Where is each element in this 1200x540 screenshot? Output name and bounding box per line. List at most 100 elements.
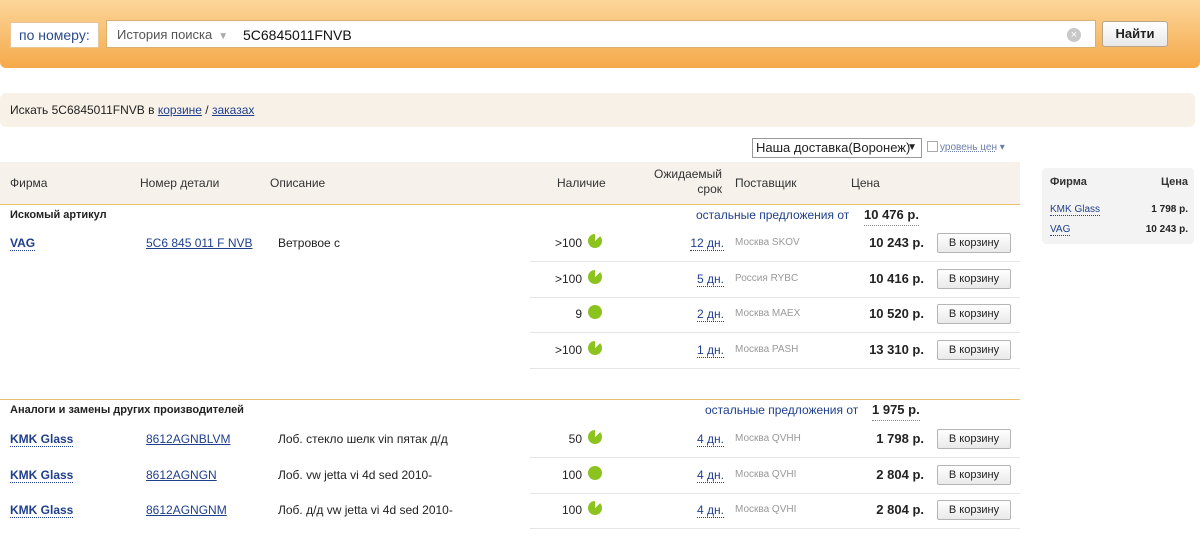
add-to-cart-button[interactable]: В корзину <box>937 304 1011 324</box>
stock-count: >100 <box>554 342 582 357</box>
add-to-cart-button[interactable]: В корзину <box>937 500 1011 520</box>
price-level-checkbox[interactable] <box>927 141 938 152</box>
table-row: KMK Glass 8612AGNBLVM Лоб. стекло шелк vin… <box>0 422 1020 458</box>
clear-icon[interactable]: × <box>1067 28 1081 42</box>
delivery-days[interactable]: 5 дн. <box>640 271 724 287</box>
part-number-link[interactable]: 8612AGNGNM <box>146 503 227 517</box>
price-level-label: уровень цен <box>940 142 997 153</box>
find-button[interactable]: Найти <box>1102 21 1168 47</box>
section-requested-article: Искомый артикул остальные предложения от… <box>0 204 1020 226</box>
table-row: >100 5 дн. Россия RYBC 10 416 р. В корзину <box>0 262 1020 298</box>
delivery-days[interactable]: 4 дн. <box>640 467 724 483</box>
stock-count: 9 <box>575 307 582 321</box>
col-expected[interactable]: Ожидаемый срок <box>650 167 726 197</box>
side-firm-header: Фирма <box>1050 176 1087 188</box>
price: 10 520 р. <box>869 306 924 321</box>
stock-count: >100 <box>554 236 582 250</box>
firm-link[interactable]: KMK Glass <box>10 468 74 483</box>
col-desc[interactable]: Описание <box>270 162 325 204</box>
description: Лоб. д/д vw jetta vi 4d sed 2010- <box>278 503 453 517</box>
supplier: Россия RYBC <box>735 272 799 284</box>
other-offers-link[interactable]: остальные предложения от <box>696 205 849 225</box>
add-to-cart-button[interactable]: В корзину <box>937 429 1011 449</box>
stock-count: 100 <box>561 503 582 517</box>
price: 2 804 р. <box>876 502 924 517</box>
add-to-cart-button[interactable]: В корзину <box>937 464 1011 485</box>
delivery-days[interactable]: 4 дн. <box>640 432 724 447</box>
firm-link[interactable]: KMK Glass <box>10 432 74 447</box>
side-price: 10 243 р. <box>1145 224 1188 235</box>
availability-icon <box>588 269 602 284</box>
col-stock[interactable]: Наличие <box>557 162 606 204</box>
history-label: История поиска <box>117 27 213 42</box>
delivery-days-label: 2 дн. <box>697 307 724 322</box>
delivery-days[interactable]: 2 дн. <box>640 307 724 322</box>
price: 10 416 р. <box>869 270 924 286</box>
col-part[interactable]: Номер детали <box>140 162 219 204</box>
table-row: 9 2 дн. Москва MAEX 10 520 р. В корзину <box>0 297 1020 333</box>
section-analogs: Аналоги и замены других производителей о… <box>0 399 1020 421</box>
other-offers-link[interactable]: остальные предложения от <box>705 400 858 420</box>
delivery-days-label: 4 дн. <box>697 432 724 447</box>
search-mode-selector[interactable]: по номеру: <box>10 22 99 48</box>
delivery-days-label: 5 дн. <box>697 271 724 287</box>
search-input[interactable]: 5C6845011FNVB <box>243 21 352 49</box>
delivery-select[interactable]: Наша доставка(Воронеж) ▼ <box>752 138 922 158</box>
firm-link[interactable]: VAG <box>10 236 36 251</box>
price: 13 310 р. <box>869 341 924 357</box>
part-number-link[interactable]: 5C6 845 011 F NVB <box>146 236 253 250</box>
col-firm[interactable]: Фирма <box>10 162 47 204</box>
price: 10 243 р. <box>869 235 924 250</box>
delivery-days[interactable]: 12 дн. <box>640 236 724 251</box>
description: Лоб. стекло шелк vin пятак д/д <box>278 432 448 446</box>
add-to-cart-button[interactable]: В корзину <box>937 268 1011 289</box>
description: Ветровое с <box>278 236 341 250</box>
availability-icon <box>588 430 602 444</box>
col-supplier[interactable]: Поставщик <box>735 162 797 204</box>
availability-icon <box>588 340 602 355</box>
side-summary-panel: Фирма Цена KMK Glass 1 798 р. VAG 10 243… <box>1042 168 1194 244</box>
supplier: Москва QVHI <box>735 504 797 515</box>
table-row: >100 1 дн. Москва PASH 13 310 р. В корзину <box>0 333 1020 369</box>
best-price: 10 476 р. <box>864 205 919 226</box>
add-to-cart-button[interactable]: В корзину <box>937 233 1011 253</box>
availability-icon <box>588 305 602 319</box>
description: Лоб. vw jetta vi 4d sed 2010- <box>278 467 433 482</box>
price: 2 804 р. <box>876 466 924 482</box>
availability-icon <box>588 234 602 248</box>
search-in-bar: Искать 5C6845011FNVB в корзине / заказах <box>0 93 1195 127</box>
search-field[interactable]: История поиска ▼ 5C6845011FNVB × <box>106 20 1096 48</box>
search-bar: по номеру: История поиска ▼ 5C6845011FNVB… <box>0 0 1200 68</box>
search-in-text: Искать 5C6845011FNVB в <box>10 103 158 117</box>
orders-link[interactable]: заказах <box>212 103 254 117</box>
side-firm-link[interactable]: KMK Glass <box>1050 204 1101 216</box>
supplier: Москва SKOV <box>735 237 800 248</box>
part-number-link[interactable]: 8612AGNBLVM <box>146 432 231 446</box>
table-row: KMK Glass 8612AGNGN Лоб. vw jetta vi 4d se… <box>0 458 1020 494</box>
table-row: VAG 5C6 845 011 F NVB Ветровое с >100 12 дн.… <box>0 226 1020 262</box>
delivery-days[interactable]: 1 дн. <box>640 342 724 358</box>
delivery-days-label: 1 дн. <box>697 342 724 358</box>
supplier: Москва QVHH <box>735 433 801 444</box>
separator: / <box>201 103 212 117</box>
search-history-dropdown[interactable]: История поиска ▼ <box>117 21 228 51</box>
side-price-header: Цена <box>1160 176 1188 188</box>
delivery-value: Наша доставка(Воронеж) <box>756 140 911 155</box>
delivery-days-label: 12 дн. <box>690 236 724 251</box>
side-price: 1 798 р. <box>1151 204 1188 215</box>
part-number-link[interactable]: 8612AGNGN <box>146 468 217 482</box>
col-expected-line1: Ожидаемый <box>654 167 722 181</box>
firm-link[interactable]: KMK Glass <box>10 503 74 518</box>
supplier: Москва PASH <box>735 343 799 355</box>
supplier: Москва MAEX <box>735 308 801 319</box>
side-firm-link[interactable]: VAG <box>1050 224 1071 236</box>
cart-link[interactable]: корзине <box>158 103 202 117</box>
table-row: KMK Glass 8612AGNGNM Лоб. д/д vw jetta vi … <box>0 493 1020 529</box>
delivery-days-label: 4 дн. <box>697 503 724 518</box>
add-to-cart-button[interactable]: В корзину <box>937 339 1011 360</box>
caret-down-icon: ▾ <box>999 142 1005 153</box>
delivery-days[interactable]: 4 дн. <box>640 503 724 518</box>
section-title: Искомый артикул <box>10 209 107 221</box>
col-price[interactable]: Цена <box>851 162 880 204</box>
price-level-toggle[interactable]: уровень цен ▾ <box>927 141 1005 153</box>
